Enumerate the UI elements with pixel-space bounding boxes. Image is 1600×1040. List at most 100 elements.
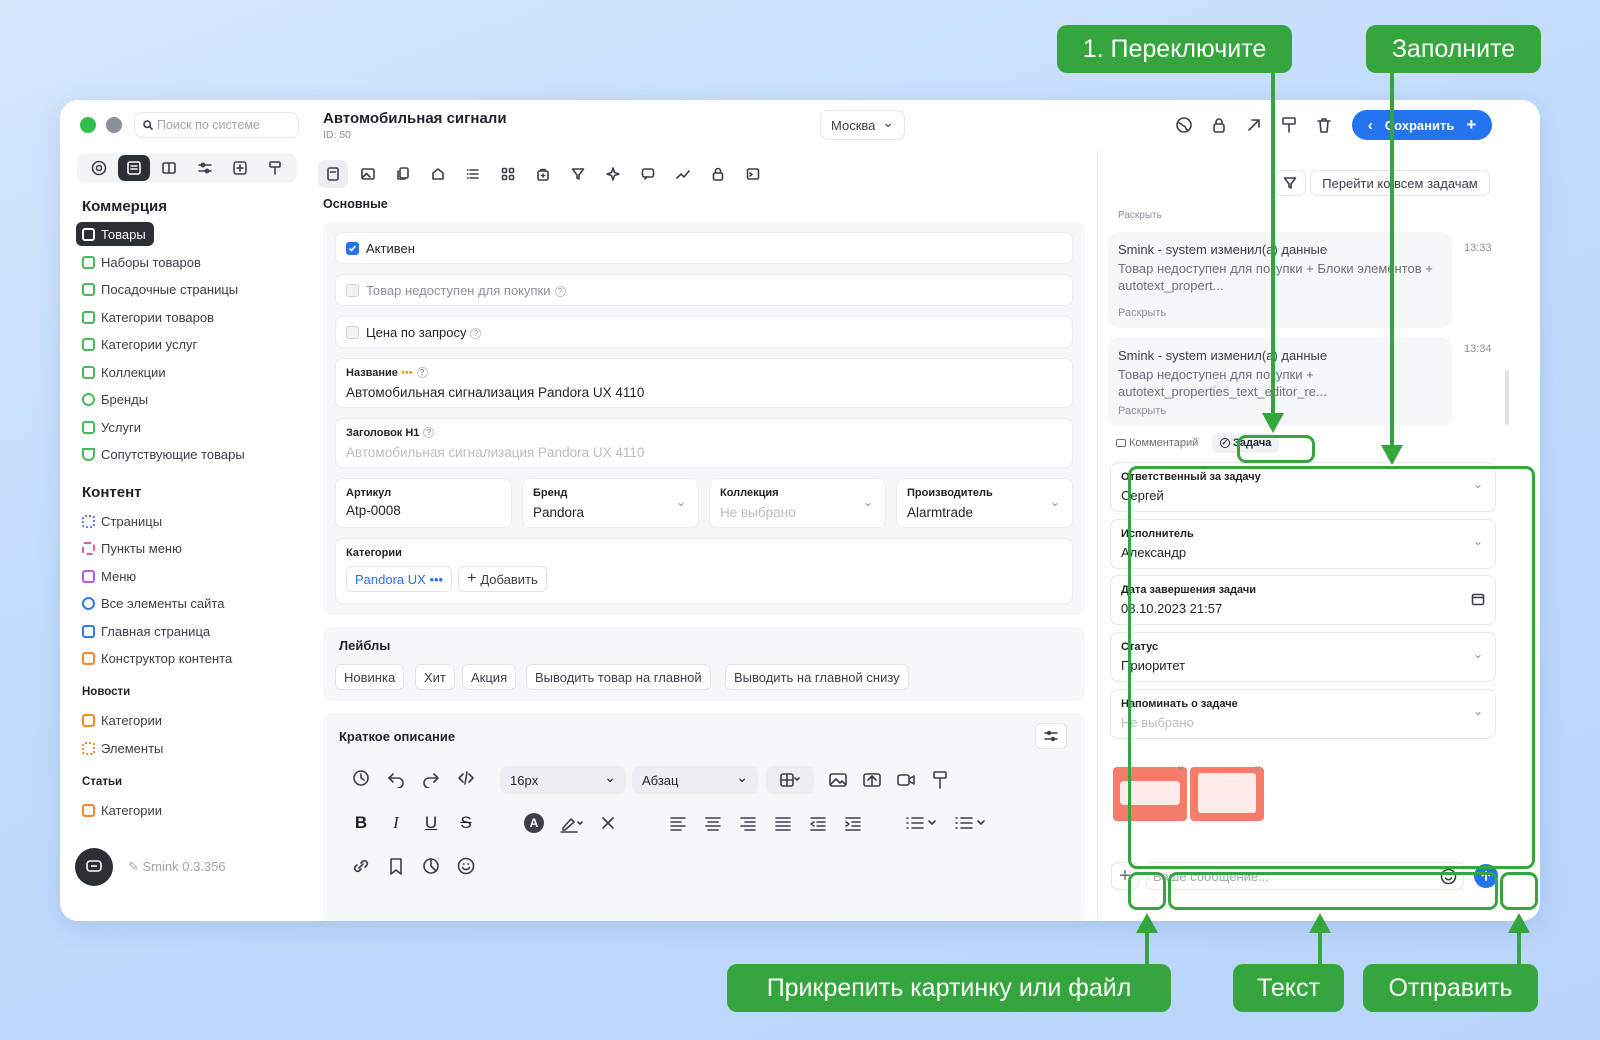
save-button[interactable]: ‹ Сохранить + <box>1352 110 1492 140</box>
underline-icon[interactable]: U <box>421 813 441 833</box>
add-box-icon[interactable] <box>224 155 256 181</box>
price-request-checkbox[interactable] <box>346 326 359 339</box>
image-icon[interactable] <box>828 770 848 790</box>
tab-images-icon[interactable] <box>353 160 383 188</box>
sidebar-item-home-page[interactable]: Главная страница <box>76 619 218 643</box>
tab-copy-icon[interactable] <box>388 160 418 188</box>
globe-icon[interactable] <box>1175 116 1193 134</box>
history-icon[interactable] <box>351 768 371 788</box>
expand-link[interactable]: Раскрыть <box>1118 307 1166 319</box>
help-icon[interactable]: ? <box>554 286 566 297</box>
lock-icon[interactable] <box>1210 116 1228 134</box>
catalog-icon[interactable] <box>117 155 150 181</box>
undo-icon[interactable] <box>386 768 406 788</box>
tab-list-icon[interactable] <box>458 160 488 188</box>
external-link-icon[interactable] <box>1245 116 1263 134</box>
label-chip-sale[interactable]: Акция <box>462 664 517 690</box>
book-icon[interactable] <box>153 155 185 181</box>
label-chip-hit[interactable]: Хит <box>415 664 455 690</box>
sidebar-item-services[interactable]: Услуги <box>76 415 149 439</box>
sidebar-item-menu[interactable]: Меню <box>76 564 144 588</box>
tab-bag-icon[interactable] <box>528 160 558 188</box>
bullet-list-icon[interactable] <box>905 813 939 833</box>
font-size-select[interactable]: 16px <box>500 766 626 794</box>
tab-lock-icon[interactable] <box>703 160 733 188</box>
compass-icon[interactable] <box>106 117 122 133</box>
city-select[interactable]: Москва <box>820 110 905 140</box>
paint-roller-icon[interactable] <box>259 155 291 181</box>
align-right-icon[interactable] <box>738 813 758 833</box>
sliders-icon[interactable] <box>189 155 221 181</box>
align-left-icon[interactable] <box>668 813 688 833</box>
label-chip-new[interactable]: Новинка <box>335 664 405 690</box>
tab-filter-icon[interactable] <box>563 160 593 188</box>
table-button[interactable] <box>766 766 814 794</box>
sidebar-item-article-categories[interactable]: Категории <box>76 798 170 822</box>
emoji-icon[interactable] <box>456 856 476 876</box>
tab-code-icon[interactable] <box>738 160 768 188</box>
gallery-icon[interactable] <box>862 770 882 790</box>
code-icon[interactable] <box>456 768 476 788</box>
unavailable-field[interactable]: Товар недоступен для покупки? <box>335 274 1073 306</box>
italic-icon[interactable]: I <box>386 813 406 833</box>
label-chip-main-bottom[interactable]: Выводить на главной снизу <box>725 664 909 690</box>
strikethrough-icon[interactable]: S <box>456 813 476 833</box>
link-icon[interactable] <box>351 856 371 876</box>
sidebar-item-service-categories[interactable]: Категории услуг <box>76 332 205 356</box>
indent-icon[interactable] <box>843 813 863 833</box>
sidebar-item-product-categories[interactable]: Категории товаров <box>76 305 222 329</box>
sidebar-item-products[interactable]: Товары <box>76 222 154 246</box>
filter-button[interactable] <box>1274 170 1306 196</box>
sidebar-item-brands[interactable]: Бренды <box>76 387 156 411</box>
paragraph-select[interactable]: Абзац <box>632 766 758 794</box>
scrollbar[interactable] <box>1505 370 1509 425</box>
sidebar-item-pages[interactable]: Страницы <box>76 509 170 533</box>
sidebar-item-landing-pages[interactable]: Посадочные страницы <box>76 277 246 301</box>
active-field[interactable]: Активен <box>335 232 1073 264</box>
text-color-icon[interactable]: A <box>524 813 544 833</box>
bookmark-icon[interactable] <box>386 856 406 876</box>
align-justify-icon[interactable] <box>773 813 793 833</box>
redo-icon[interactable] <box>421 768 441 788</box>
tab-sparkle-icon[interactable] <box>598 160 628 188</box>
sidebar-item-news-elements[interactable]: Элементы <box>76 736 171 760</box>
price-request-field[interactable]: Цена по запросу? <box>335 316 1073 348</box>
align-center-icon[interactable] <box>703 813 723 833</box>
add-category-button[interactable]: + Добавить <box>458 566 547 592</box>
sidebar-item-product-sets[interactable]: Наборы товаров <box>76 250 209 274</box>
expand-link[interactable]: Раскрыть <box>1118 405 1166 417</box>
brand-select[interactable]: Бренд Pandora ⌄ <box>522 478 699 528</box>
category-chip[interactable]: Pandora UX ••• <box>346 566 453 592</box>
highlight-icon[interactable] <box>559 813 583 833</box>
all-tasks-button[interactable]: Перейти ко всем задачам <box>1310 170 1490 196</box>
collection-select[interactable]: Коллекция Не выбрано ⌄ <box>709 478 886 528</box>
help-icon[interactable]: ? <box>423 427 435 438</box>
help-icon[interactable]: ? <box>416 367 428 378</box>
sidebar-item-news-categories[interactable]: Категории <box>76 708 170 732</box>
bold-icon[interactable]: B <box>351 813 371 833</box>
paint-roller-icon[interactable] <box>1280 116 1298 134</box>
tab-main-icon[interactable] <box>318 160 348 188</box>
active-checkbox[interactable] <box>346 242 359 255</box>
chat-button[interactable] <box>75 848 113 886</box>
clear-format-icon[interactable] <box>598 813 618 833</box>
video-icon[interactable] <box>896 770 916 790</box>
pie-icon[interactable] <box>421 856 441 876</box>
tab-grid-icon[interactable] <box>493 160 523 188</box>
name-field[interactable]: Название •••? Автомобильная сигнализация… <box>335 358 1073 408</box>
prev-expand-link[interactable]: Раскрыть <box>1118 210 1162 221</box>
settings-button[interactable] <box>1035 723 1067 749</box>
trash-icon[interactable] <box>1315 116 1333 134</box>
tab-comment[interactable]: Комментарий <box>1116 437 1198 449</box>
sidebar-item-related-products[interactable]: Сопутствующие товары <box>76 442 253 466</box>
article-field[interactable]: Артикул Atp-0008 <box>335 478 512 528</box>
help-icon[interactable]: ? <box>470 328 482 339</box>
outdent-icon[interactable] <box>808 813 828 833</box>
tab-stats-icon[interactable] <box>668 160 698 188</box>
sidebar-item-content-builder[interactable]: Конструктор контента <box>76 646 240 670</box>
more-icon[interactable]: ••• <box>429 572 443 587</box>
format-painter-icon[interactable] <box>930 770 950 790</box>
sidebar-item-menu-items[interactable]: Пункты меню <box>76 536 190 560</box>
search-input[interactable]: Поиск по системе <box>134 112 299 138</box>
more-icon[interactable]: ••• <box>401 367 413 379</box>
